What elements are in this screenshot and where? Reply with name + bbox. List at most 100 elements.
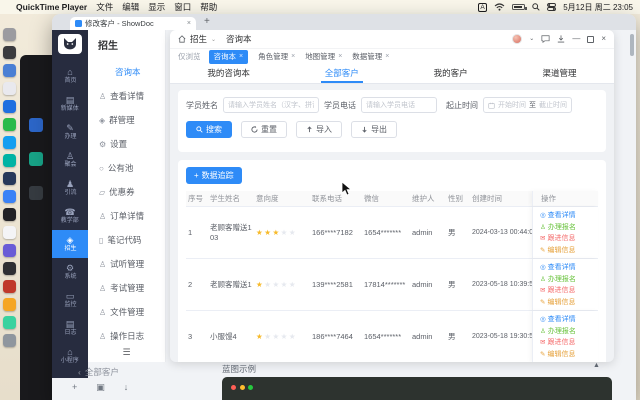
- dock-app-icon[interactable]: [3, 190, 16, 203]
- menu-item[interactable]: 帮助: [200, 1, 217, 13]
- action-enroll[interactable]: ♙ 办理报名: [540, 326, 598, 336]
- student-phone-input[interactable]: [361, 97, 437, 113]
- primary-sidebar-item[interactable]: ▤ 日志: [52, 314, 88, 342]
- secondary-sidebar-item[interactable]: ♙ 查看详情: [88, 84, 165, 108]
- add-icon[interactable]: +: [72, 382, 77, 393]
- download-icon[interactable]: ↓: [124, 382, 129, 393]
- dock-app-icon[interactable]: [3, 334, 16, 347]
- new-tab-button[interactable]: +: [204, 16, 210, 27]
- dock-app-icon[interactable]: [3, 154, 16, 167]
- dock-app-icon[interactable]: [3, 208, 16, 221]
- action-view-details[interactable]: ◎ 查看详情: [540, 262, 598, 272]
- download-icon[interactable]: [557, 35, 565, 43]
- dock-app-icon[interactable]: [3, 64, 16, 77]
- content-tab[interactable]: 渠道管理: [539, 64, 581, 83]
- tag-close-icon[interactable]: ×: [338, 53, 342, 60]
- fullscreen-button[interactable]: [587, 35, 595, 43]
- sidebar-collapse-icon[interactable]: ☰: [88, 347, 165, 358]
- action-edit-info[interactable]: ✎ 编辑信息: [540, 297, 598, 307]
- tag-chip[interactable]: 地图管理 ×: [305, 51, 342, 62]
- action-edit-info[interactable]: ✎ 编辑信息: [540, 349, 598, 359]
- content-tab[interactable]: 全部客户: [320, 64, 363, 83]
- action-enroll[interactable]: ♙ 办理报名: [540, 274, 598, 284]
- dock-app-icon[interactable]: [3, 298, 16, 311]
- page-scrollbar[interactable]: [630, 34, 634, 56]
- tag-chip[interactable]: 咨询本 ×: [208, 49, 249, 64]
- secondary-sidebar-item[interactable]: ◈ 群管理: [88, 108, 165, 132]
- primary-sidebar-item[interactable]: ▤ 新媒体: [52, 90, 88, 118]
- tag-close-icon[interactable]: ×: [239, 53, 243, 60]
- primary-sidebar-item[interactable]: ⌂ 首页: [52, 62, 88, 90]
- date-range-input[interactable]: 开始时间 至 截止时间: [483, 97, 572, 113]
- primary-sidebar-item[interactable]: ▭ 监控: [52, 286, 88, 314]
- dock-app-icon[interactable]: [3, 262, 16, 275]
- tag-close-icon[interactable]: ×: [291, 53, 295, 60]
- menu-app-name[interactable]: QuickTime Player: [16, 2, 87, 12]
- dock-app-icon[interactable]: [3, 316, 16, 329]
- action-view-details[interactable]: ◎ 查看详情: [540, 210, 598, 220]
- secondary-sidebar-item[interactable]: ♙ 考试管理: [88, 276, 165, 300]
- menu-item[interactable]: 编辑: [122, 1, 139, 13]
- menu-item[interactable]: 窗口: [174, 1, 191, 13]
- background-window[interactable]: [20, 55, 52, 400]
- action-follow-up[interactable]: ✉ 跟进信息: [540, 337, 598, 347]
- reset-button[interactable]: 重置: [241, 121, 287, 138]
- breadcrumb-item[interactable]: 招生: [190, 33, 207, 45]
- tab-close-icon[interactable]: ×: [187, 20, 191, 27]
- app-logo[interactable]: [58, 34, 82, 54]
- primary-sidebar-item[interactable]: ⚙ 系统: [52, 258, 88, 286]
- control-center-icon[interactable]: [547, 3, 557, 11]
- chat-icon[interactable]: [541, 35, 550, 43]
- browser-tab[interactable]: 修改客户 - ShowDoc ×: [70, 17, 196, 30]
- primary-sidebar-item[interactable]: ☎ 教学部: [52, 202, 88, 230]
- chevron-down-icon[interactable]: ⌄: [211, 36, 216, 43]
- dock-app-icon[interactable]: [3, 280, 16, 293]
- primary-sidebar-item[interactable]: ✎ 办理: [52, 118, 88, 146]
- menu-item[interactable]: 文件: [96, 1, 113, 13]
- spotlight-search-icon[interactable]: [532, 3, 540, 11]
- action-enroll[interactable]: ♙ 办理报名: [540, 222, 598, 232]
- import-button[interactable]: 导入: [296, 121, 342, 138]
- primary-sidebar-item[interactable]: ♙ 聚会: [52, 146, 88, 174]
- user-avatar[interactable]: [512, 34, 523, 44]
- secondary-sidebar-item[interactable]: ○ 公有池: [88, 156, 165, 180]
- action-view-details[interactable]: ◎ 查看详情: [540, 314, 598, 324]
- primary-sidebar-item[interactable]: ◈ 招生: [52, 230, 88, 258]
- action-follow-up[interactable]: ✉ 跟进信息: [540, 285, 598, 295]
- menu-item[interactable]: 显示: [148, 1, 165, 13]
- secondary-sidebar-item[interactable]: ▯ 笔记代码: [88, 228, 165, 252]
- dock-app-icon[interactable]: [3, 118, 16, 131]
- dock-app-icon[interactable]: [3, 244, 16, 257]
- dock-app-icon[interactable]: [3, 46, 16, 59]
- dock-app-icon[interactable]: [3, 172, 16, 185]
- student-name-input[interactable]: [223, 97, 319, 113]
- tag-chip[interactable]: 数据管理 ×: [352, 51, 389, 62]
- dock-app-icon[interactable]: [3, 226, 16, 239]
- dock-app-icon[interactable]: [3, 100, 16, 113]
- back-link[interactable]: ‹ 全部客户: [78, 366, 119, 378]
- dock-app-icon[interactable]: [3, 82, 16, 95]
- secondary-sidebar-item[interactable]: ♙ 操作日志: [88, 324, 165, 348]
- action-edit-info[interactable]: ✎ 编辑信息: [540, 245, 598, 255]
- input-source-icon[interactable]: A: [477, 2, 488, 12]
- tag-close-icon[interactable]: ×: [385, 53, 389, 60]
- secondary-sidebar-item[interactable]: ♙ 订单详情: [88, 204, 165, 228]
- dock-app-icon[interactable]: [3, 136, 16, 149]
- copy-icon[interactable]: ▣: [96, 382, 105, 393]
- secondary-sidebar-item[interactable]: ♙ 试听管理: [88, 252, 165, 276]
- back-to-top-button[interactable]: ▲: [593, 362, 600, 369]
- search-button[interactable]: 搜索: [186, 121, 232, 138]
- secondary-sidebar-item[interactable]: ⚙ 设置: [88, 132, 165, 156]
- wifi-icon[interactable]: [494, 3, 505, 11]
- export-button[interactable]: 导出: [351, 121, 397, 138]
- tag-chip[interactable]: 角色管理 ×: [258, 51, 295, 62]
- action-follow-up[interactable]: ✉ 跟进信息: [540, 233, 598, 243]
- minimize-button[interactable]: —: [572, 35, 580, 43]
- close-button[interactable]: ×: [601, 35, 606, 43]
- content-tab[interactable]: 我的客户: [430, 64, 472, 83]
- primary-sidebar-item[interactable]: ♟ 引流: [52, 174, 88, 202]
- battery-icon[interactable]: [512, 4, 527, 10]
- secondary-sidebar-item[interactable]: ♙ 文件管理: [88, 300, 165, 324]
- content-tab[interactable]: 我的咨询本: [203, 64, 254, 83]
- menubar-clock[interactable]: 5月12日 周二 23:05: [563, 2, 633, 13]
